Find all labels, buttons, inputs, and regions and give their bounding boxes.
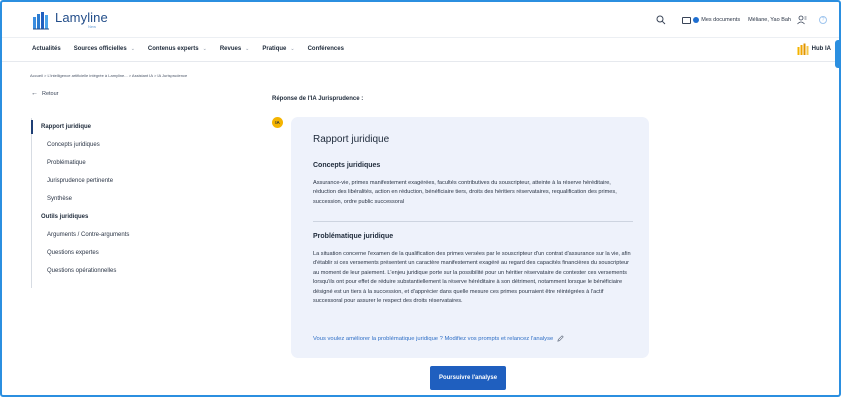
side-panel-tab[interactable] xyxy=(835,40,841,68)
folder-icon xyxy=(682,16,692,24)
user-settings-icon[interactable] xyxy=(797,15,807,25)
nav-item-label: Sources officielles xyxy=(73,46,127,52)
nav-item[interactable]: Sources officielles ⌄ xyxy=(74,46,135,52)
my-documents-link[interactable]: Mes documents xyxy=(682,16,741,24)
concepts-title: Concepts juridiques xyxy=(313,162,381,169)
chevron-down-icon: ⌄ xyxy=(130,46,135,52)
documents-badge-icon xyxy=(693,17,700,23)
response-title: Réponse de l'IA Jurisprudence : xyxy=(272,96,364,102)
hub-ia-button[interactable]: Hub IA xyxy=(797,43,831,55)
toc-item[interactable]: Jurisprudence pertinente xyxy=(41,172,241,190)
continue-analysis-button[interactable]: Poursuivre l'analyse xyxy=(430,366,506,390)
toc-item[interactable]: Questions opérationnelles xyxy=(41,262,241,280)
chevron-down-icon: ⌄ xyxy=(202,46,207,52)
report-title: Rapport juridique xyxy=(313,134,390,145)
breadcrumb[interactable]: Accueil > L'intelligence artificielle in… xyxy=(30,73,187,78)
problem-text: La situation concerne l'examen de la qua… xyxy=(313,251,631,305)
nav-item[interactable]: Pratique ⌄ xyxy=(262,46,294,52)
problem-title: Problématique juridique xyxy=(313,233,394,240)
top-header: Lamyline New Mes documents Méliane, Yao … xyxy=(2,2,839,38)
improve-text: Vous voulez améliorer la problématique j… xyxy=(313,335,554,342)
nav-item-label: Conférences xyxy=(307,46,344,52)
nav-item-label: Pratique xyxy=(262,46,287,52)
pencil-icon xyxy=(557,335,564,342)
toc-item[interactable]: Questions expertes xyxy=(41,244,241,262)
user-name[interactable]: Méliane, Yao Bah xyxy=(748,17,791,23)
nav-item[interactable]: Revues ⌄ xyxy=(220,46,250,52)
nav-item[interactable]: Actualités xyxy=(32,46,61,52)
nav-item-label: Actualités xyxy=(32,46,61,52)
toc-item[interactable]: Problématique xyxy=(41,154,241,172)
report-card: Rapport juridique Concepts juridiques As… xyxy=(291,117,649,358)
toc-item[interactable]: Arguments / Contre-arguments xyxy=(41,226,241,244)
back-label: Retour xyxy=(42,90,59,97)
nav-item[interactable]: Conférences xyxy=(308,46,344,52)
chevron-down-icon: ⌄ xyxy=(290,46,295,52)
toc-section-title[interactable]: Rapport juridique xyxy=(41,118,241,136)
toc-section-title[interactable]: Outils juridiques xyxy=(41,208,241,226)
main-navbar: Actualités Sources officielles ⌄ Contenus e… xyxy=(2,38,839,62)
nav-item[interactable]: Contenus experts ⌄ xyxy=(148,46,207,52)
nav-item-label: Revues xyxy=(219,46,242,52)
help-icon[interactable]: ? xyxy=(819,16,827,24)
toc-active-indicator xyxy=(31,120,33,134)
hub-ia-label: Hub IA xyxy=(811,46,831,52)
table-of-contents: Rapport juridique Concepts juridiques Prob… xyxy=(31,118,241,288)
hub-ia-logo-icon xyxy=(797,43,809,55)
chevron-down-icon: ⌄ xyxy=(245,46,250,52)
logo[interactable]: Lamyline New xyxy=(32,11,108,31)
back-link[interactable]: ← Retour xyxy=(31,90,59,97)
nav-item-label: Contenus experts xyxy=(147,46,199,52)
logo-name: Lamyline xyxy=(55,10,108,25)
documents-label: Mes documents xyxy=(701,17,741,23)
concepts-text: Assurance-vie, primes manifestement exag… xyxy=(313,180,617,205)
lamyline-logo-icon xyxy=(33,12,49,30)
improve-prompt-link[interactable]: Vous voulez améliorer la problématique j… xyxy=(313,335,564,342)
arrow-left-icon: ← xyxy=(31,90,38,97)
nav-list: Actualités Sources officielles ⌄ Contenus e… xyxy=(32,46,357,52)
ia-avatar-icon: IA xyxy=(272,117,283,128)
search-icon[interactable] xyxy=(656,15,666,25)
toc-item[interactable]: Concepts juridiques xyxy=(41,136,241,154)
toc-item[interactable]: Synthèse xyxy=(41,190,241,208)
section-divider xyxy=(313,221,633,222)
